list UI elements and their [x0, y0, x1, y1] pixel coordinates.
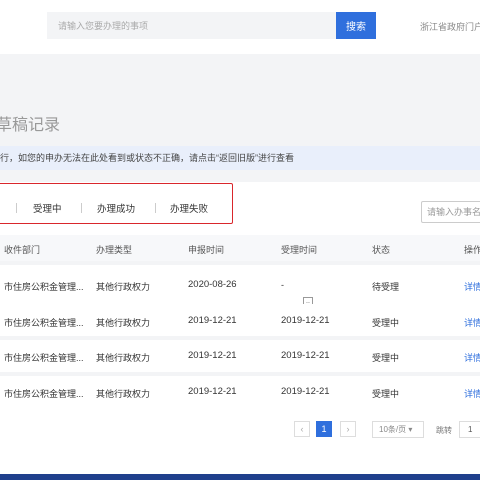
jump-page-input[interactable]: 1 [459, 421, 480, 438]
search-button[interactable]: 搜索 [336, 12, 376, 39]
cell-accept-time: 2019-12-21 [281, 386, 330, 397]
page-1-button[interactable]: 1 [316, 421, 332, 437]
search-input[interactable] [47, 12, 336, 39]
cell-accept-time: - [281, 280, 284, 290]
column-header-type: 办理类型 [96, 245, 133, 255]
row-divider [0, 261, 480, 265]
column-header-accept-time: 受理时间 [281, 245, 318, 255]
page-size-select[interactable]: 10条/页 ▾ [372, 421, 424, 438]
cell-submit-time: 2019-12-21 [188, 315, 237, 326]
cell-type: 其他行政权力 [96, 389, 151, 399]
detail-link[interactable]: 详情 [464, 280, 480, 293]
cell-status: 受理中 [372, 318, 400, 328]
column-header-submit-time: 申报时间 [188, 245, 225, 255]
cell-dept: 市住房公积金管理... [4, 282, 84, 292]
notice-banner: 行，如您的申办无法在此处看到或状态不正确，请点击“返回旧版”进行查看 [0, 146, 480, 170]
cell-type: 其他行政权力 [96, 282, 151, 292]
cell-type: 其他行政权力 [96, 353, 151, 363]
detail-link[interactable]: 详情 [464, 387, 480, 400]
cell-accept-time: 2019-12-21 [281, 315, 330, 326]
tab-accepting[interactable]: 受理中 [33, 201, 62, 215]
cell-status: 受理中 [372, 353, 400, 363]
tab-separator [16, 203, 17, 213]
column-header-dept: 收件部门 [4, 245, 41, 255]
jump-label: 跳转 [436, 426, 452, 435]
tab-failed[interactable]: 办理失败 [170, 201, 208, 215]
tab-separator [155, 203, 156, 213]
page-title: 草稿记录 [0, 117, 61, 134]
cell-accept-time: 2019-12-21 [281, 350, 330, 361]
cell-status: 待受理 [372, 282, 400, 292]
filter-input[interactable] [421, 201, 480, 223]
cell-submit-time: 2020-08-26 [188, 279, 237, 290]
cell-dept: 市住房公积金管理... [4, 318, 84, 328]
footer-bar [0, 474, 480, 480]
detail-link[interactable]: 详情 [464, 316, 480, 329]
column-header-action: 操作 [464, 245, 480, 255]
tab-success[interactable]: 办理成功 [97, 201, 135, 215]
cell-type: 其他行政权力 [96, 318, 151, 328]
cell-dept: 市住房公积金管理... [4, 353, 84, 363]
column-header-status: 状态 [372, 245, 391, 255]
table-header [0, 235, 480, 261]
detail-link[interactable]: 详情 [464, 351, 480, 364]
top-bar: 搜索 浙江省政府门户 [0, 0, 480, 54]
cell-status: 受理中 [372, 389, 400, 399]
tab-separator [81, 203, 82, 213]
cell-submit-time: 2019-12-21 [188, 350, 237, 361]
cell-dept: 市住房公积金管理... [4, 389, 84, 399]
portal-link[interactable]: 浙江省政府门户 [420, 20, 480, 33]
prev-page-button[interactable]: ‹ [294, 421, 310, 437]
cell-submit-time: 2019-12-21 [188, 386, 237, 397]
next-page-button[interactable]: › [340, 421, 356, 437]
